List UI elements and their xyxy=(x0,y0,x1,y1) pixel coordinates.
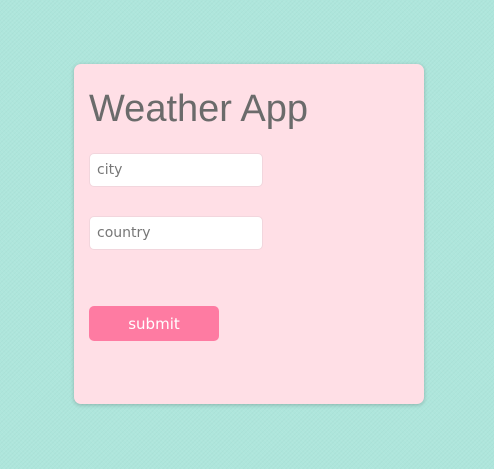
submit-button[interactable]: submit xyxy=(89,306,219,341)
app-title: Weather App xyxy=(89,88,309,130)
country-input[interactable] xyxy=(89,216,263,250)
weather-card: Weather App submit xyxy=(74,64,424,404)
city-input[interactable] xyxy=(89,153,263,187)
